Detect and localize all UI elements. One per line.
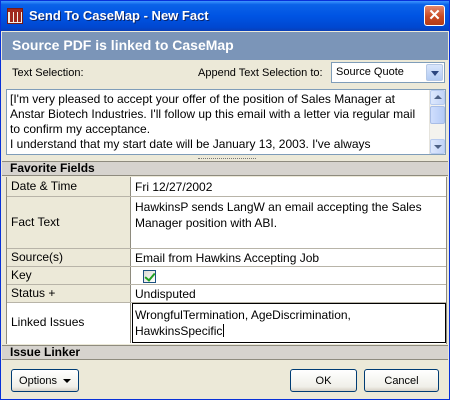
close-button[interactable]: ✕ (424, 5, 445, 26)
field-label: Source(s) (11, 250, 64, 264)
field-row-linked-issues[interactable]: Linked Issues WrongfulTermination, AgeDi… (7, 303, 446, 343)
favorite-fields-title: Favorite Fields (10, 161, 95, 175)
field-label: Status + (11, 286, 56, 300)
linked-issues-input[interactable]: WrongfulTermination, AgeDiscrimination, … (132, 303, 446, 343)
field-row-key[interactable]: Key (7, 267, 446, 285)
issue-linker-title: Issue Linker (10, 345, 81, 359)
field-value-cell[interactable]: Fri 12/27/2002 (132, 177, 446, 196)
text-caret (223, 324, 225, 337)
text-selection-label: Text Selection: (12, 67, 84, 79)
field-value: Undisputed (135, 287, 196, 301)
field-value-cell[interactable]: Undisputed (132, 285, 446, 302)
favorite-fields-header[interactable]: Favorite Fields (2, 161, 448, 176)
cancel-button-label: Cancel (384, 374, 419, 387)
field-row-status[interactable]: Status + Undisputed (7, 285, 446, 303)
dropdown-arrow-icon (62, 378, 71, 383)
text-scrollbar[interactable] (429, 90, 445, 154)
favorite-fields-grid: Date & Time Fri 12/27/2002 Fact Text Haw… (6, 177, 447, 344)
ok-button-label: OK (315, 374, 332, 387)
field-label-cell: Fact Text (7, 197, 131, 248)
close-icon: ✕ (428, 7, 441, 24)
selection-row: Text Selection: Append Text Selection to… (2, 61, 448, 87)
options-button-label: Options (19, 374, 57, 387)
options-button[interactable]: Options (11, 369, 79, 392)
issue-linker-header[interactable]: Issue Linker (2, 345, 448, 360)
ok-button[interactable]: OK (290, 369, 357, 392)
cancel-button[interactable]: Cancel (364, 369, 439, 392)
scroll-thumb[interactable] (430, 106, 445, 124)
field-value-cell[interactable]: WrongfulTermination, AgeDiscrimination, … (132, 303, 446, 343)
chevron-down-icon[interactable] (426, 64, 443, 81)
field-value-cell[interactable]: HawkinsP sends LangW an email accepting … (132, 197, 446, 248)
text-selection-content: [I'm very pleased to accept your offer o… (10, 92, 416, 151)
append-target-value: Source Quote (336, 66, 404, 78)
casemap-building-icon (7, 8, 23, 24)
banner-text: Source PDF is linked to CaseMap (12, 37, 234, 53)
field-row-sources[interactable]: Source(s) Email from Hawkins Accepting J… (7, 249, 446, 267)
link-status-banner: Source PDF is linked to CaseMap (2, 32, 448, 60)
field-value-cell[interactable]: Email from Hawkins Accepting Job (132, 249, 446, 266)
text-selection-box[interactable]: [I'm very pleased to accept your offer o… (6, 89, 446, 155)
append-label: Append Text Selection to: (198, 67, 323, 79)
field-label-cell: Linked Issues (7, 303, 131, 343)
field-label: Fact Text (11, 215, 60, 229)
field-label: Linked Issues (11, 315, 85, 329)
field-value: Email from Hawkins Accepting Job (135, 251, 320, 265)
field-row-fact-text[interactable]: Fact Text HawkinsP sends LangW an email … (7, 197, 446, 249)
linked-issues-value: WrongfulTermination, AgeDiscrimination, … (135, 308, 355, 338)
field-value: HawkinsP sends LangW an email accepting … (135, 200, 425, 230)
field-label-cell: Date & Time (7, 177, 131, 196)
window-title: Send To CaseMap - New Fact (29, 8, 209, 23)
scroll-down-icon[interactable] (430, 139, 445, 154)
title-bar[interactable]: Send To CaseMap - New Fact ✕ (1, 1, 449, 31)
field-value: Fri 12/27/2002 (135, 180, 213, 194)
scroll-up-icon[interactable] (430, 90, 445, 105)
field-label-cell: Status + (7, 285, 131, 302)
field-row-date-time[interactable]: Date & Time Fri 12/27/2002 (7, 177, 446, 197)
field-label: Key (11, 268, 32, 282)
splitter-grip-icon (198, 158, 256, 160)
key-checkbox[interactable] (143, 270, 156, 283)
button-bar: Options OK Cancel (2, 361, 448, 399)
field-label-cell: Key (7, 267, 131, 284)
field-label: Date & Time (11, 179, 78, 193)
field-value-cell[interactable] (132, 267, 446, 284)
append-target-dropdown[interactable]: Source Quote (331, 62, 445, 83)
field-label-cell: Source(s) (7, 249, 131, 266)
dialog-window: Send To CaseMap - New Fact ✕ Source PDF … (0, 0, 450, 400)
